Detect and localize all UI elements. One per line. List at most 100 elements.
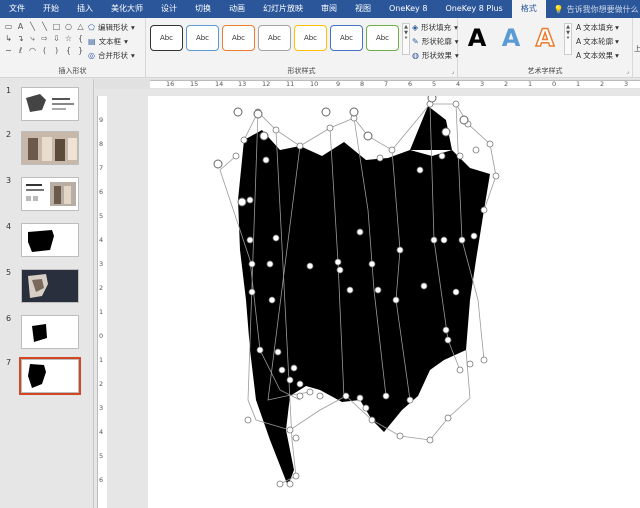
ruler-tick-label: 4: [99, 236, 104, 244]
slide-number: 5: [6, 268, 12, 277]
bracket-shape-icon[interactable]: ): [51, 45, 62, 56]
ruler-tick-label: 2: [99, 380, 104, 388]
text-box-button[interactable]: ▤ 文本框 ▾: [88, 36, 128, 47]
wordart-gallery-scroll[interactable]: ▲ ▼ ⯆: [564, 23, 572, 55]
shape-styles-gallery-scroll[interactable]: ▲ ▼ ⯆: [402, 23, 410, 55]
slide-thumbnail-4[interactable]: [21, 223, 79, 257]
tab-transitions[interactable]: 切换: [186, 0, 220, 18]
slide-thumbnail-3[interactable]: [21, 177, 79, 211]
connector-shape-icon[interactable]: ↳: [3, 33, 14, 44]
brace-shape-icon[interactable]: }: [75, 45, 86, 56]
dialog-launcher-icon[interactable]: ⌟: [626, 68, 629, 75]
ruler-tick-label: 5: [99, 452, 104, 460]
tab-animations[interactable]: 动画: [220, 0, 254, 18]
shape-style-5[interactable]: Abc: [294, 25, 327, 51]
shape-style-2[interactable]: Abc: [186, 25, 219, 51]
textbox-shape-icon[interactable]: A: [15, 21, 26, 32]
rectangle-shape-icon[interactable]: ▭: [3, 21, 14, 32]
shape-style-4[interactable]: Abc: [258, 25, 291, 51]
tab-slideshow[interactable]: 幻灯片放映: [254, 0, 312, 18]
wordart-sample-black[interactable]: A: [462, 23, 492, 53]
tell-me-search[interactable]: 💡 告诉我你想要做什么: [554, 4, 639, 15]
tab-review[interactable]: 审阅: [312, 0, 346, 18]
thumbnail-art: [22, 132, 78, 164]
merge-shapes-button[interactable]: ◎ 合并形状 ▾: [88, 50, 135, 61]
shape-effects-button[interactable]: ◍ 形状效果 ▾: [412, 50, 459, 61]
shape-style-7[interactable]: Abc: [366, 25, 399, 51]
shape-style-3[interactable]: Abc: [222, 25, 255, 51]
arc-shape-icon[interactable]: ◠: [27, 45, 38, 56]
tab-insert[interactable]: 插入: [68, 0, 102, 18]
ruler-tick-label: 3: [624, 80, 629, 88]
star-shape-icon[interactable]: ☆: [63, 33, 74, 44]
ruler-tick-label: 3: [99, 260, 104, 268]
ruler-tick-label: 0: [552, 80, 557, 88]
triangle-shape-icon[interactable]: △: [75, 21, 86, 32]
tab-beautify[interactable]: 美化大师: [102, 0, 152, 18]
tab-onekey8plus[interactable]: OneKey 8 Plus: [436, 0, 511, 18]
tab-format[interactable]: 格式: [511, 0, 546, 18]
text-outline-button[interactable]: A 文本轮廓 ▾: [576, 36, 619, 47]
tab-home[interactable]: 开始: [34, 0, 68, 18]
ruler-tick-label: 6: [408, 80, 413, 88]
bracket-shape-icon[interactable]: (: [39, 45, 50, 56]
slide-number: 3: [6, 176, 12, 185]
slide-thumbnail-7[interactable]: [19, 357, 81, 395]
text-outline-icon: A: [576, 37, 582, 46]
text-effects-icon: A: [576, 51, 582, 60]
text-fill-button[interactable]: A 文本填充 ▾: [576, 22, 619, 33]
slide-thumbnail-5[interactable]: [21, 269, 79, 303]
text-effects-button[interactable]: A 文本效果 ▾: [576, 50, 619, 61]
chevron-down-icon: ▾: [130, 51, 135, 60]
slide-number: 1: [6, 86, 12, 95]
brush-stroke-shape[interactable]: [148, 96, 640, 508]
arrow-shape-icon[interactable]: ⇨: [39, 33, 50, 44]
freeform-shape-icon[interactable]: ℓ: [15, 45, 26, 56]
ruler-tick-label: 2: [504, 80, 509, 88]
ruler-tick-label: 14: [215, 80, 224, 88]
paint-bucket-icon: ◈: [412, 23, 419, 32]
vertical-ruler: 9 8 7 6 5 4 3 2 1 0 1 2 3 4 5 6: [97, 96, 107, 508]
wordart-sample-blue[interactable]: A: [496, 23, 526, 53]
chevron-down-icon: ▾: [615, 23, 619, 32]
tab-file[interactable]: 文件: [0, 0, 34, 18]
edit-shape-button[interactable]: ⬠ 编辑形状 ▾: [88, 22, 135, 33]
brace-shape-icon[interactable]: {: [63, 45, 74, 56]
powerpoint-window: 文件 开始 插入 美化大师 设计 切换 动画 幻灯片放映 审阅 视图 OneKe…: [0, 0, 640, 508]
tab-design[interactable]: 设计: [152, 0, 186, 18]
curve-shape-icon[interactable]: ∼: [3, 45, 14, 56]
wordart-sample-orange[interactable]: A: [530, 23, 560, 53]
chevron-down-icon: ▾: [124, 37, 128, 46]
tab-view[interactable]: 视图: [346, 0, 380, 18]
horizontal-ruler: 16 15 14 13 12 11 10 9 8 7 6 5 4 3 2 1 0…: [95, 79, 640, 89]
thumbnail-art: [26, 182, 76, 206]
dialog-launcher-icon[interactable]: ⌟: [451, 68, 454, 75]
ruler-tick-label: 8: [99, 140, 104, 148]
slide-thumbnail-1[interactable]: [21, 87, 79, 121]
arrow-shape-icon[interactable]: ⇩: [51, 33, 62, 44]
thumbnail-art: [28, 230, 54, 252]
shape-fill-button[interactable]: ◈ 形状填充 ▾: [412, 22, 458, 33]
connector-shape-icon[interactable]: ↴: [15, 33, 26, 44]
line-shape-icon[interactable]: ╲: [27, 21, 38, 32]
slide-number: 4: [6, 222, 12, 231]
shape-style-6[interactable]: Abc: [330, 25, 363, 51]
ruler-tick-label: 6: [99, 188, 104, 196]
brace-shape-icon[interactable]: {: [75, 33, 86, 44]
ruler-tick-label: 3: [99, 404, 104, 412]
oval-shape-icon[interactable]: ○: [63, 21, 74, 32]
tab-onekey8[interactable]: OneKey 8: [380, 0, 436, 18]
rectangle-shape-icon[interactable]: □: [51, 21, 62, 32]
connector-shape-icon[interactable]: ⤷: [27, 33, 38, 44]
merge-shapes-icon: ◎: [88, 51, 95, 60]
slide-canvas[interactable]: [148, 96, 640, 508]
ruler-tick-label: 0: [99, 332, 104, 340]
line-shape-icon[interactable]: ╲: [39, 21, 50, 32]
ruler-tick-label: 11: [286, 80, 295, 88]
shape-style-1[interactable]: Abc: [150, 25, 183, 51]
ruler-tick-label: 7: [384, 80, 389, 88]
chevron-down-icon: ▾: [130, 23, 135, 32]
slide-thumbnail-6[interactable]: [21, 315, 79, 349]
slide-thumbnail-2[interactable]: [21, 131, 79, 165]
shape-outline-button[interactable]: ✎ 形状轮廓 ▾: [412, 36, 458, 47]
